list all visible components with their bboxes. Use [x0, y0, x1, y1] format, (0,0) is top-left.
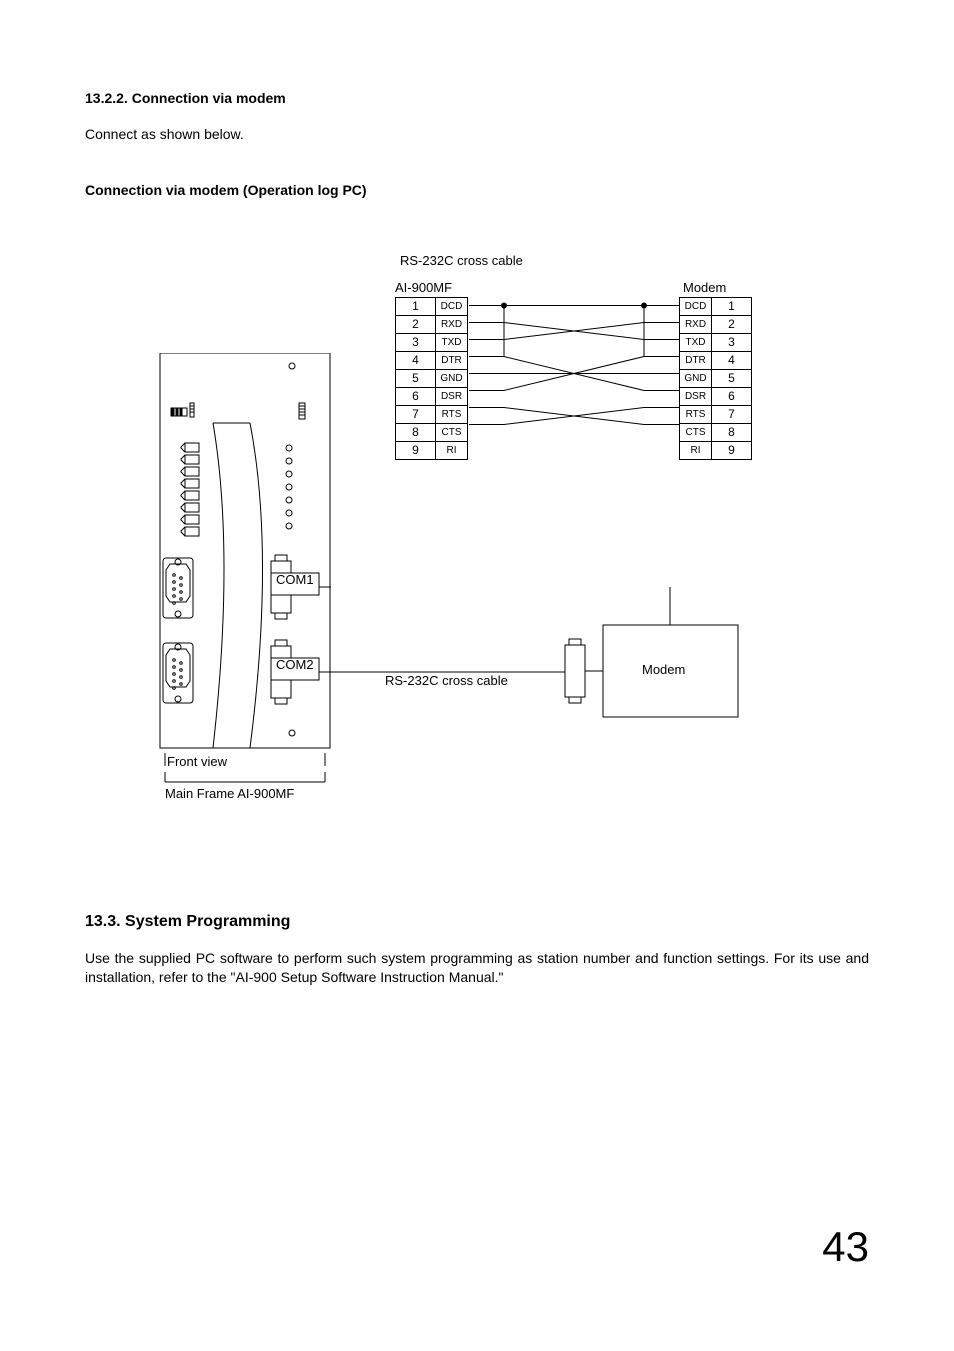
- heading-13-3: 13.3. System Programming: [85, 913, 869, 931]
- diagram-area: RS-232C cross cable AI-900MF Modem 1DCD2…: [85, 253, 869, 823]
- modem-box-label: Modem: [642, 662, 685, 677]
- pin-row: RXD2: [680, 316, 752, 334]
- pin-row: 1DCD: [396, 298, 468, 316]
- pin-row: DCD1: [680, 298, 752, 316]
- pin-table-left: 1DCD2RXD3TXD4DTR5GND6DSR7RTS8CTS9RI: [395, 297, 468, 460]
- pin-signal: GND: [680, 370, 712, 388]
- pin-signal: GND: [436, 370, 468, 388]
- pin-number: 9: [396, 442, 436, 460]
- pin-number: 8: [396, 424, 436, 442]
- pin-signal: RXD: [436, 316, 468, 334]
- lower-block-diagram: [319, 587, 759, 747]
- pin-row: DSR6: [680, 388, 752, 406]
- pin-table-right: DCD1RXD2TXD3DTR4GND5DSR6RTS7CTS8RI9: [679, 297, 752, 460]
- intro-paragraph: Connect as shown below.: [85, 126, 869, 142]
- pin-header-left: AI-900MF: [395, 280, 452, 295]
- pin-row: 7RTS: [396, 406, 468, 424]
- pin-row: 6DSR: [396, 388, 468, 406]
- pin-header-right: Modem: [683, 280, 726, 295]
- pin-row: 8CTS: [396, 424, 468, 442]
- pin-number: 4: [396, 352, 436, 370]
- pin-number: 7: [396, 406, 436, 424]
- pin-row: 9RI: [396, 442, 468, 460]
- page-number: 43: [822, 1223, 869, 1271]
- pin-number: 1: [396, 298, 436, 316]
- pin-signal: CTS: [436, 424, 468, 442]
- pin-row: CTS8: [680, 424, 752, 442]
- pin-row: 3TXD: [396, 334, 468, 352]
- com1-label: COM1: [276, 572, 314, 587]
- cross-cable-wires: [469, 297, 679, 457]
- pin-row: RI9: [680, 442, 752, 460]
- pin-row: RTS7: [680, 406, 752, 424]
- pin-number: 4: [712, 352, 752, 370]
- cable-title: RS-232C cross cable: [400, 253, 523, 268]
- pin-number: 1: [712, 298, 752, 316]
- pin-signal: DCD: [436, 298, 468, 316]
- pin-signal: DSR: [436, 388, 468, 406]
- pin-signal: RI: [680, 442, 712, 460]
- paragraph-13-3: Use the supplied PC software to perform …: [85, 949, 869, 987]
- com2-label: COM2: [276, 657, 314, 672]
- pin-signal: DTR: [680, 352, 712, 370]
- pin-number: 6: [396, 388, 436, 406]
- heading-13-2-2: 13.2.2. Connection via modem: [85, 90, 869, 106]
- pin-signal: RXD: [680, 316, 712, 334]
- pin-row: DTR4: [680, 352, 752, 370]
- pin-number: 2: [712, 316, 752, 334]
- pin-signal: DCD: [680, 298, 712, 316]
- pin-number: 7: [712, 406, 752, 424]
- pin-number: 2: [396, 316, 436, 334]
- pin-number: 8: [712, 424, 752, 442]
- pin-row: TXD3: [680, 334, 752, 352]
- pin-number: 5: [712, 370, 752, 388]
- pin-number: 6: [712, 388, 752, 406]
- pin-signal: RTS: [680, 406, 712, 424]
- pin-row: 2RXD: [396, 316, 468, 334]
- pin-number: 3: [396, 334, 436, 352]
- pin-signal: TXD: [436, 334, 468, 352]
- pin-number: 3: [712, 334, 752, 352]
- pin-row: 4DTR: [396, 352, 468, 370]
- pin-signal: DSR: [680, 388, 712, 406]
- pin-signal: CTS: [680, 424, 712, 442]
- pin-signal: RI: [436, 442, 468, 460]
- pin-row: GND5: [680, 370, 752, 388]
- cable-label-lower: RS-232C cross cable: [385, 673, 508, 688]
- pin-signal: TXD: [680, 334, 712, 352]
- pin-row: 5GND: [396, 370, 468, 388]
- pin-number: 9: [712, 442, 752, 460]
- main-frame-label: Main Frame AI-900MF: [165, 786, 294, 801]
- pin-number: 5: [396, 370, 436, 388]
- pin-signal: RTS: [436, 406, 468, 424]
- heading-oplog: Connection via modem (Operation log PC): [85, 182, 869, 198]
- pin-signal: DTR: [436, 352, 468, 370]
- front-view-label: Front view: [167, 754, 227, 769]
